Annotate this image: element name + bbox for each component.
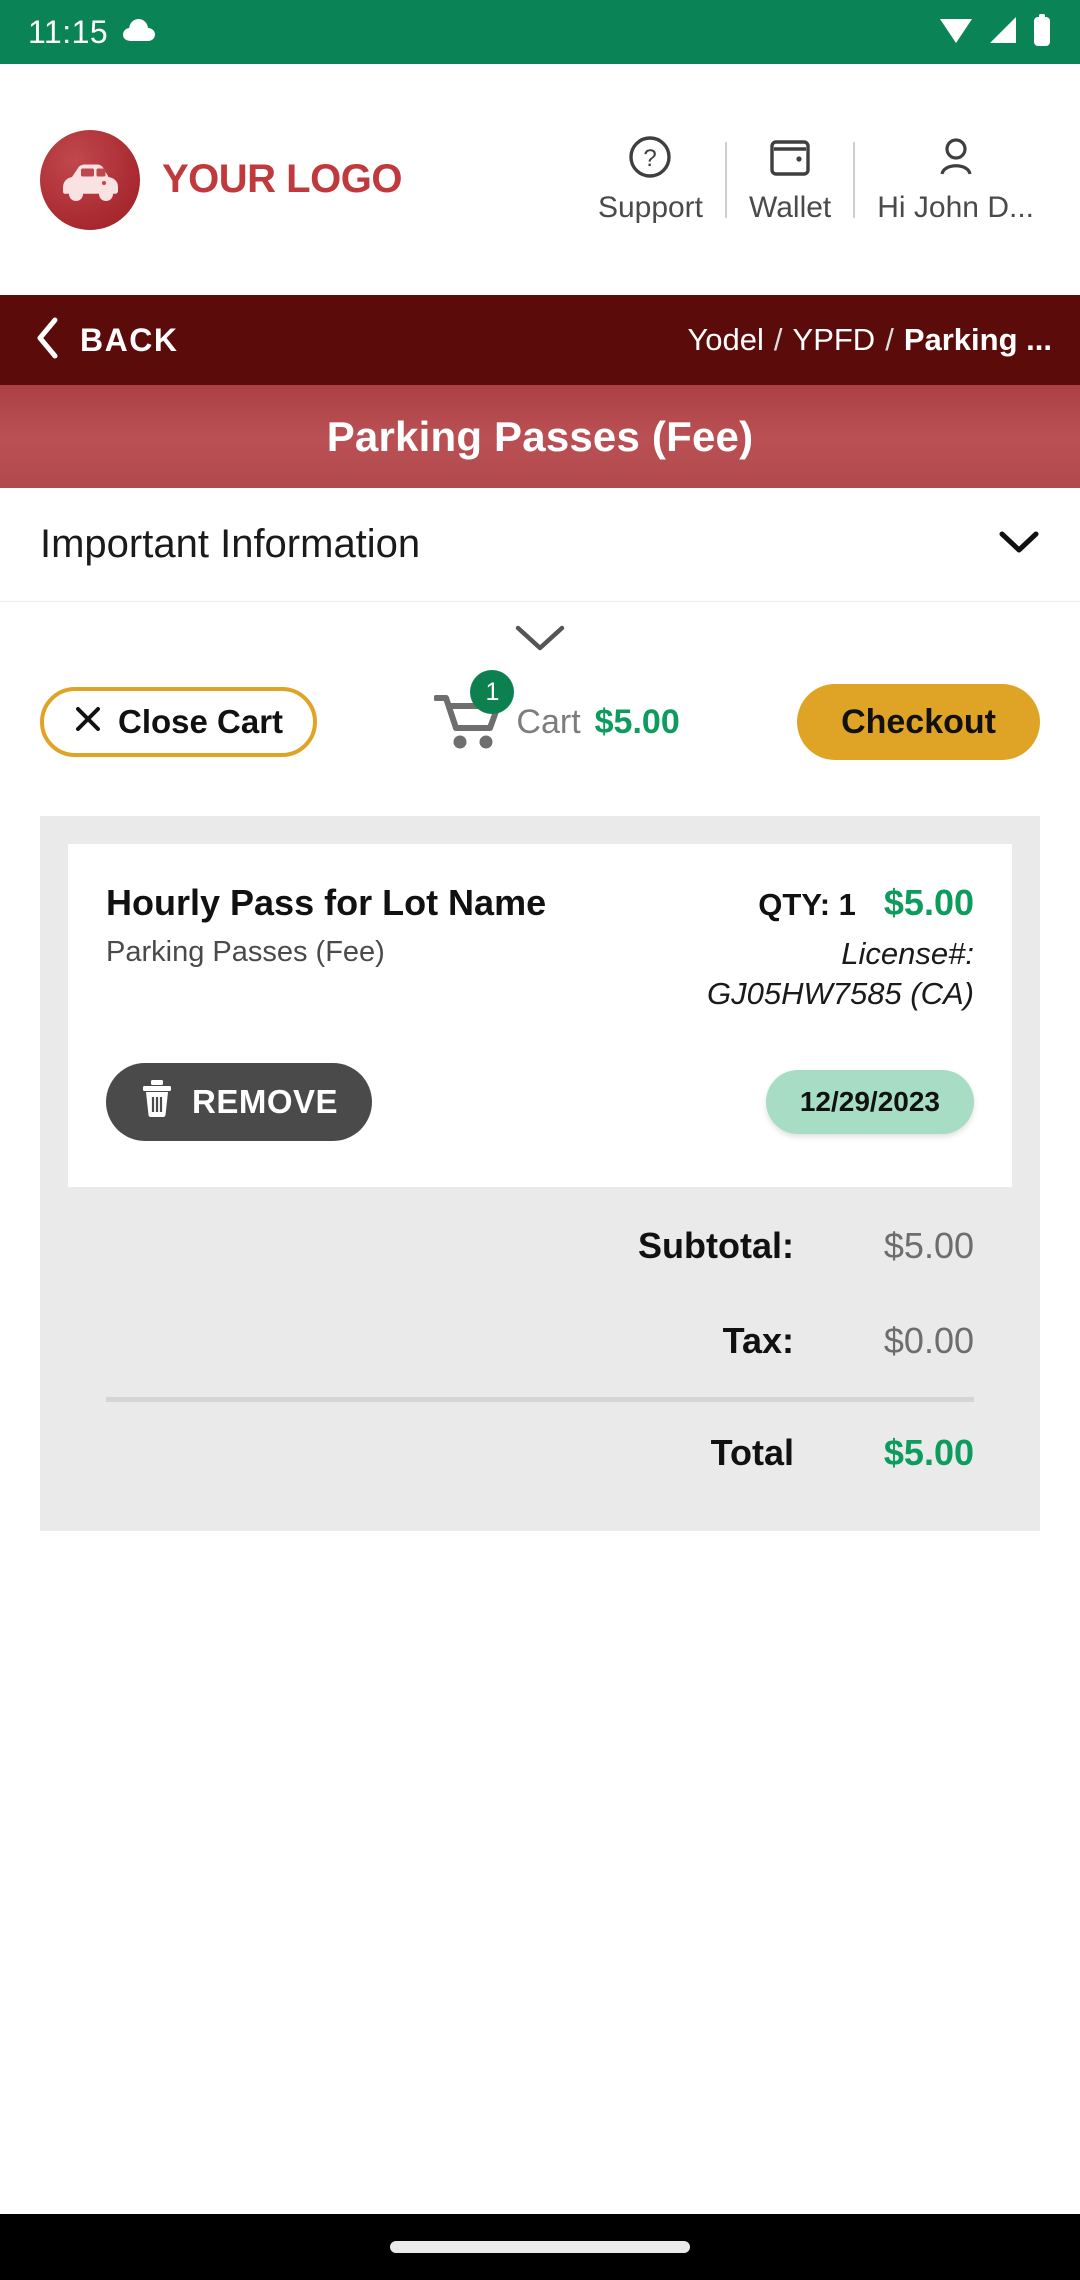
cellular-signal-icon [986,15,1020,50]
important-information-label: Important Information [40,522,421,566]
cart-total-amount: $5.00 [594,702,680,741]
cart-item-license: License#: GJ05HW7585 (CA) [707,934,974,1015]
cart-item-name: Hourly Pass for Lot Name [106,882,547,923]
status-bar-right [938,13,1052,51]
breadcrumb-bar: BACK Yodel / YPFD / Parking ... [0,295,1080,385]
close-cart-label: Close Cart [118,703,284,740]
cart-item-card: Hourly Pass for Lot Name Parking Passes … [68,844,1012,1187]
cart-item-info: Hourly Pass for Lot Name Parking Passes … [106,882,546,969]
page-title: Parking Passes (Fee) [326,412,754,460]
close-x-icon [74,703,102,741]
header-nav: ? Support Wallet Hi John D... [576,64,1056,295]
breadcrumb-item-ypfd[interactable]: YPFD [793,322,876,358]
subtotal-value: $5.00 [883,1225,974,1267]
grand-total-label: Total [710,1432,794,1474]
cart-item-category: Parking Passes (Fee) [106,936,385,968]
tax-label: Tax: [722,1320,794,1362]
breadcrumb-separator: / [773,322,783,357]
chevron-down-icon[interactable] [513,622,567,659]
breadcrumb-item-current: Parking ... [903,322,1052,357]
subtotal-row: Subtotal: $5.00 [106,1199,974,1294]
cart-item-qty-price: QTY: 1 $5.00 [707,882,974,924]
nav-item-support[interactable]: ? Support [576,134,725,225]
back-button-label: BACK [80,321,179,358]
chevron-down-icon[interactable] [998,529,1040,560]
page-title-band: Parking Passes (Fee) [0,385,1080,488]
remove-item-label: REMOVE [192,1082,339,1120]
battery-icon [1032,13,1052,51]
cart-collapse-toggle[interactable] [0,602,1080,662]
home-gesture-pill[interactable] [390,2241,690,2253]
cart-badge-count: 1 [470,670,515,714]
cart-item-date-chip[interactable]: 12/29/2023 [765,1069,974,1134]
status-bar-clock: 11:15 [28,13,109,50]
remove-item-button[interactable]: REMOVE [106,1062,373,1141]
cart-action-bar: Close Cart 1 Cart $5.00 Checkout [0,662,1080,782]
grand-total-value: $5.00 [883,1432,974,1474]
status-bar: 11:15 [0,0,1080,64]
cart-item-price: $5.00 [883,882,974,923]
wifi-icon [938,15,974,50]
system-gesture-bar [0,2214,1080,2280]
tax-row: Tax: $0.00 [106,1294,974,1389]
nav-item-account[interactable]: Hi John D... [855,134,1056,225]
grand-total-row: Total $5.00 [106,1406,974,1501]
checkout-button[interactable]: Checkout [797,684,1040,760]
chevron-left-icon [34,316,60,365]
user-account-icon [933,134,979,185]
shopping-cart-icon: 1 [433,670,515,752]
nav-item-account-label: Hi John D... [877,191,1034,224]
totals-divider [106,1396,974,1402]
nav-item-wallet[interactable]: Wallet [727,134,853,225]
breadcrumb-separator: / [885,322,894,357]
cart-item-quantity: QTY: 1 [758,887,856,922]
cart-label: Cart [516,702,581,741]
nav-item-support-label: Support [597,191,704,224]
breadcrumb-item-yodel[interactable]: Yodel [687,322,763,358]
wallet-icon [766,134,814,185]
app-header: YOUR LOGO ? Support Wallet Hi John D... [0,64,1080,295]
breadcrumb: Yodel / YPFD / Parking ... [687,295,1052,385]
cart-panel: Hourly Pass for Lot Name Parking Passes … [40,816,1040,1531]
subtotal-label: Subtotal: [638,1225,794,1267]
status-bar-left: 11:15 [28,14,156,51]
app-screen: 11:15 YOUR LOGO ? Support Wallet Hi John… [0,0,1080,2280]
cart-item-license-value: GJ05HW7585 (CA) [706,976,974,1012]
back-button[interactable]: BACK [34,316,178,365]
cart-totals: Subtotal: $5.00 Tax: $0.00 Total $5.00 [68,1187,1012,1501]
important-information-accordion[interactable]: Important Information [0,488,1080,602]
cart-item-actions: REMOVE 12/29/2023 [106,1062,974,1141]
cart-item-header: Hourly Pass for Lot Name Parking Passes … [106,882,974,1015]
brand-logo-text: YOUR LOGO [162,157,402,201]
question-circle-icon: ? [627,134,673,185]
close-cart-button[interactable]: Close Cart [40,687,318,757]
brand-logo[interactable]: YOUR LOGO [40,129,402,230]
trash-icon [140,1078,174,1126]
tax-value: $0.00 [883,1320,974,1362]
cart-item-pricing: QTY: 1 $5.00 License#: GJ05HW7585 (CA) [707,882,974,1015]
car-logo-icon [40,129,140,230]
cloud-icon [122,17,156,48]
cart-summary[interactable]: 1 Cart $5.00 [317,670,797,752]
nav-item-wallet-label: Wallet [749,191,832,224]
svg-text:?: ? [644,145,657,172]
cart-item-license-label: License#: [841,936,974,971]
